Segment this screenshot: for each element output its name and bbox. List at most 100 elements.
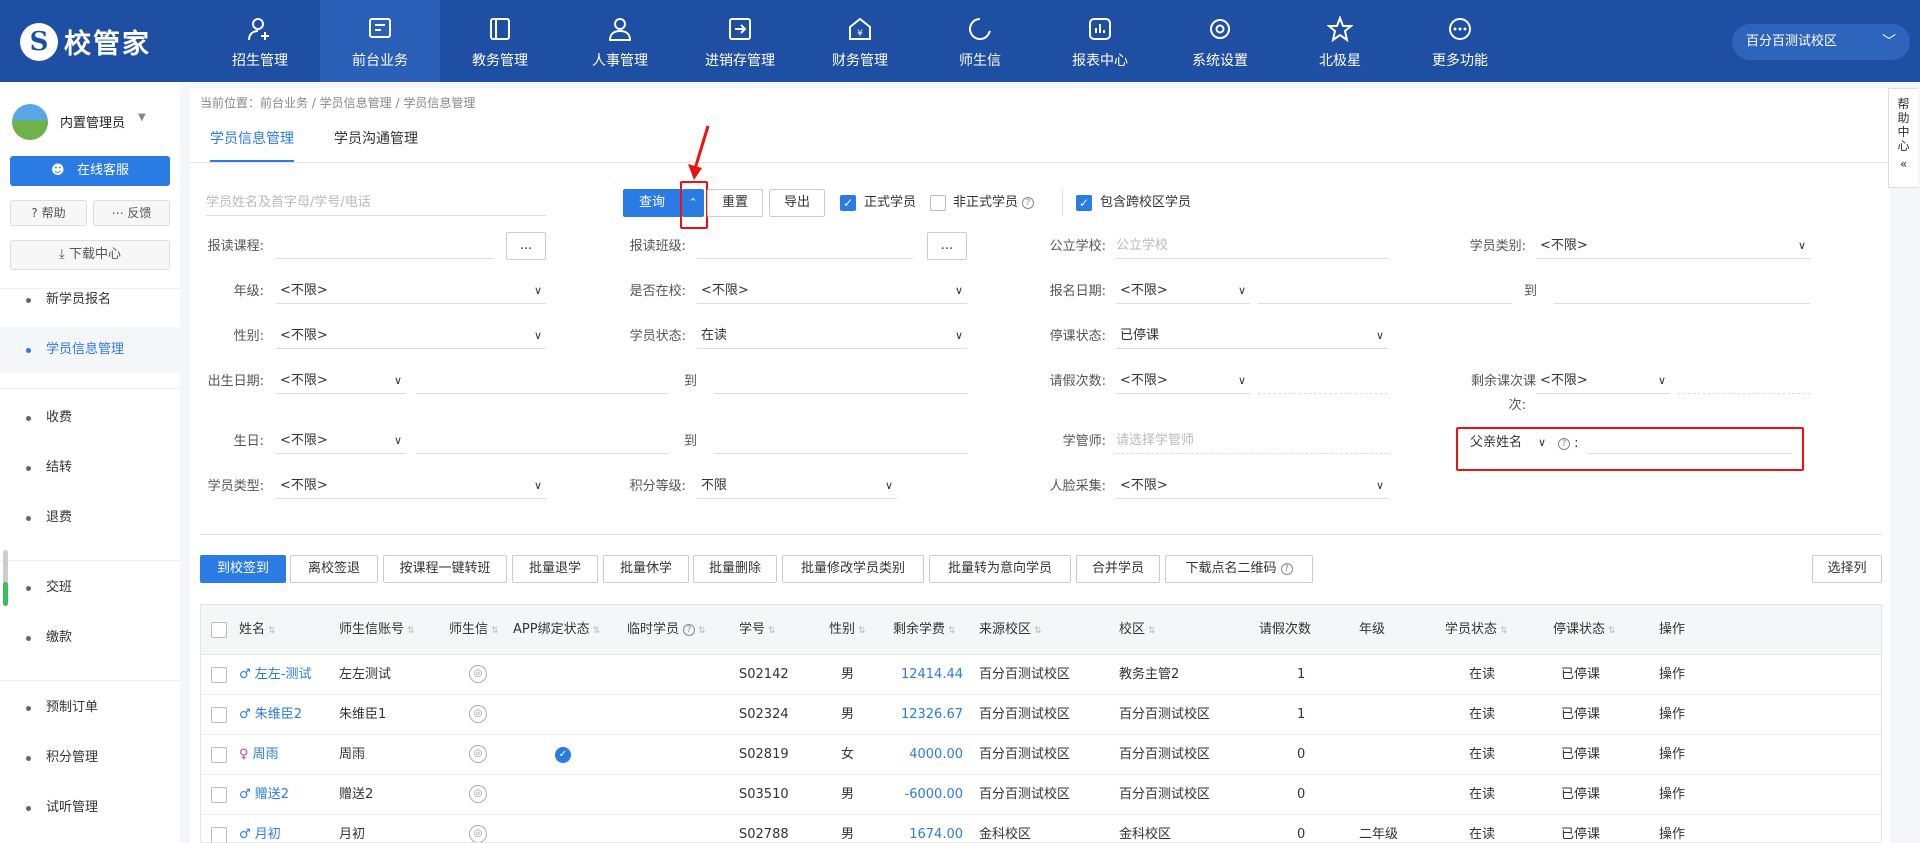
student-status-select[interactable]: 在读 ∨ <box>697 323 967 349</box>
sort-icon[interactable]: ⇅ <box>268 626 276 636</box>
operation-menu[interactable]: 操作 <box>1659 815 1685 842</box>
class-picker-button[interactable]: ... <box>927 232 967 260</box>
suspend-status-select[interactable]: 已停课 ∨ <box>1116 323 1388 349</box>
wechat-icon[interactable]: ◎ <box>469 705 487 723</box>
student-category-select[interactable]: <不限> ∨ <box>1536 233 1810 259</box>
student-name-link[interactable]: ♂ 赠送2 <box>239 775 289 815</box>
wechat-icon[interactable]: ◎ <box>469 745 487 763</box>
class-input[interactable] <box>697 233 913 259</box>
question-icon[interactable]: ? <box>1558 437 1570 450</box>
caret-down-icon[interactable]: ▼ <box>138 112 146 123</box>
campus-selector[interactable]: 百分百测试校区 ﹀ <box>1732 24 1910 60</box>
in-school-select[interactable]: <不限> ∨ <box>697 278 967 304</box>
remaining-fee-link[interactable]: 12414.44 <box>893 655 963 695</box>
column-header-11[interactable]: 年级 <box>1359 605 1385 655</box>
signup-date-select[interactable]: <不限> ∨ <box>1116 278 1250 304</box>
sidebar-item-4[interactable]: 退费 <box>0 495 180 541</box>
toolbar-button-6[interactable]: 批量修改学员类别 <box>782 555 924 583</box>
table-row[interactable]: ♂ 朱维臣2 朱维臣1 ◎ S02324 男 12326.67 百分百测试校区 百分百测试校区… <box>201 695 1881 735</box>
sidebar-item-9[interactable]: 试听管理 <box>0 785 180 831</box>
sort-icon[interactable]: ⇅ <box>1148 626 1156 636</box>
formal-student-checkbox[interactable]: ✓ <box>840 195 856 211</box>
course-picker-button[interactable]: ... <box>506 232 546 260</box>
column-header-12[interactable]: 学员状态 ⇅ <box>1445 605 1508 655</box>
sidebar-scrollbar[interactable] <box>3 550 8 606</box>
gender-select[interactable]: <不限> ∨ <box>276 323 546 349</box>
toolbar-button-0[interactable]: 到校签到 <box>200 555 286 583</box>
column-header-6[interactable]: 性别 ⇅ <box>829 605 866 655</box>
query-button[interactable]: 查询 <box>623 189 681 217</box>
toolbar-button-3[interactable]: 批量退学 <box>512 555 598 583</box>
birthday-to-input[interactable] <box>714 428 968 454</box>
course-input[interactable] <box>276 233 494 259</box>
table-row[interactable]: ♂ 左左-测试 左左测试 ◎ S02142 男 12414.44 百分百测试校区 教务主管2 1… <box>201 655 1881 695</box>
remaining-lessons-input[interactable] <box>1678 368 1810 394</box>
sort-icon[interactable]: ⇅ <box>407 626 415 636</box>
column-header-1[interactable]: 师生信账号 ⇅ <box>339 605 415 655</box>
birth-date-select[interactable]: <不限> ∨ <box>276 368 406 394</box>
reset-button[interactable]: 重置 <box>707 189 763 217</box>
signup-date-to-input[interactable] <box>1554 278 1810 304</box>
operation-menu[interactable]: 操作 <box>1659 735 1685 775</box>
birth-date-from-input[interactable] <box>416 368 668 394</box>
nav-item-8[interactable]: 系统设置 <box>1160 0 1280 82</box>
column-header-10[interactable]: 请假次数 <box>1259 605 1311 655</box>
face-capture-select[interactable]: <不限> ∨ <box>1116 473 1388 499</box>
column-header-13[interactable]: 停课状态 ⇅ <box>1553 605 1616 655</box>
sort-icon[interactable]: ⇅ <box>768 626 776 636</box>
birth-date-to-input[interactable] <box>714 368 968 394</box>
nav-item-7[interactable]: 报表中心 <box>1040 0 1160 82</box>
table-row[interactable]: ♂ 月初 月初 ◎ S02788 男 1674.00 金科校区 金科校区 0 二年级 在读 已停课 操作 <box>201 815 1881 842</box>
sort-icon[interactable]: ⇅ <box>1500 626 1508 636</box>
sort-icon[interactable]: ⇅ <box>1608 626 1616 636</box>
remaining-fee-link[interactable]: -6000.00 <box>893 775 963 815</box>
column-header-2[interactable]: 师生信 ⇅ <box>449 605 499 655</box>
sidebar-item-6[interactable]: 缴款 <box>0 615 180 661</box>
sort-icon[interactable]: ⇅ <box>698 626 706 636</box>
cross-campus-checkbox[interactable]: ✓ <box>1076 195 1092 211</box>
toolbar-button-7[interactable]: 批量转为意向学员 <box>929 555 1071 583</box>
sort-icon[interactable]: ⇅ <box>491 626 499 636</box>
sidebar-item-1[interactable]: 学员信息管理 <box>0 327 180 373</box>
nav-item-9[interactable]: 北极星 <box>1280 0 1400 82</box>
toolbar-button-4[interactable]: 批量休学 <box>603 555 689 583</box>
operation-menu[interactable]: 操作 <box>1659 655 1685 695</box>
sidebar-item-0[interactable]: 新学员报名 <box>0 277 180 323</box>
toolbar-button-9[interactable]: 下载点名二维码? <box>1165 555 1313 583</box>
student-name-link[interactable]: ♂ 月初 <box>239 815 281 842</box>
nav-item-5[interactable]: ¥ 财务管理 <box>800 0 920 82</box>
column-header-5[interactable]: 学号 ⇅ <box>739 605 776 655</box>
column-header-0[interactable]: 姓名 ⇅ <box>239 605 276 655</box>
father-name-field-select[interactable]: 父亲姓名 ∨ <box>1466 430 1550 456</box>
remaining-fee-link[interactable]: 1674.00 <box>893 815 963 842</box>
sort-icon[interactable]: ⇅ <box>948 626 956 636</box>
student-name-link[interactable]: ♂ 朱维臣2 <box>239 695 302 735</box>
help-center-button[interactable]: 帮助中心 « <box>1888 88 1918 188</box>
table-row[interactable]: ♂ 赠送2 赠送2 ◎ S03510 男 -6000.00 百分百测试校区 百分百测试校区 0 在… <box>201 775 1881 815</box>
online-service-button[interactable]: ☻ 在线客服 <box>10 156 170 186</box>
select-columns-button[interactable]: 选择列 <box>1812 555 1882 583</box>
tab-student-communication[interactable]: 学员沟通管理 <box>334 126 418 162</box>
sidebar-item-2[interactable]: 收费 <box>0 395 180 441</box>
wechat-icon[interactable]: ◎ <box>469 785 487 803</box>
row-checkbox[interactable] <box>211 827 227 842</box>
remaining-lessons-select[interactable]: <不限> ∨ <box>1536 368 1670 394</box>
advisor-input[interactable] <box>1116 428 1388 454</box>
question-icon[interactable]: ? <box>1022 196 1035 209</box>
leave-count-select[interactable]: <不限> ∨ <box>1116 368 1250 394</box>
feedback-button[interactable]: ⋯ 反馈 <box>93 200 170 226</box>
student-name-link[interactable]: ♂ 左左-测试 <box>239 655 312 695</box>
username[interactable]: 内置管理员 <box>60 112 125 131</box>
operation-menu[interactable]: 操作 <box>1659 695 1685 735</box>
nav-item-6[interactable]: 师生信 <box>920 0 1040 82</box>
tab-student-info[interactable]: 学员信息管理 <box>210 126 294 162</box>
row-checkbox[interactable] <box>211 707 227 723</box>
column-header-3[interactable]: APP绑定状态 ⇅ <box>513 605 600 655</box>
wechat-icon[interactable]: ◎ <box>469 665 487 683</box>
sort-icon[interactable]: ⇅ <box>593 626 601 636</box>
toolbar-button-1[interactable]: 离校签退 <box>290 555 378 583</box>
birthday-from-input[interactable] <box>416 428 668 454</box>
sidebar-item-3[interactable]: 结转 <box>0 445 180 491</box>
column-header-8[interactable]: 来源校区 ⇅ <box>979 605 1042 655</box>
sort-icon[interactable]: ⇅ <box>1034 626 1042 636</box>
